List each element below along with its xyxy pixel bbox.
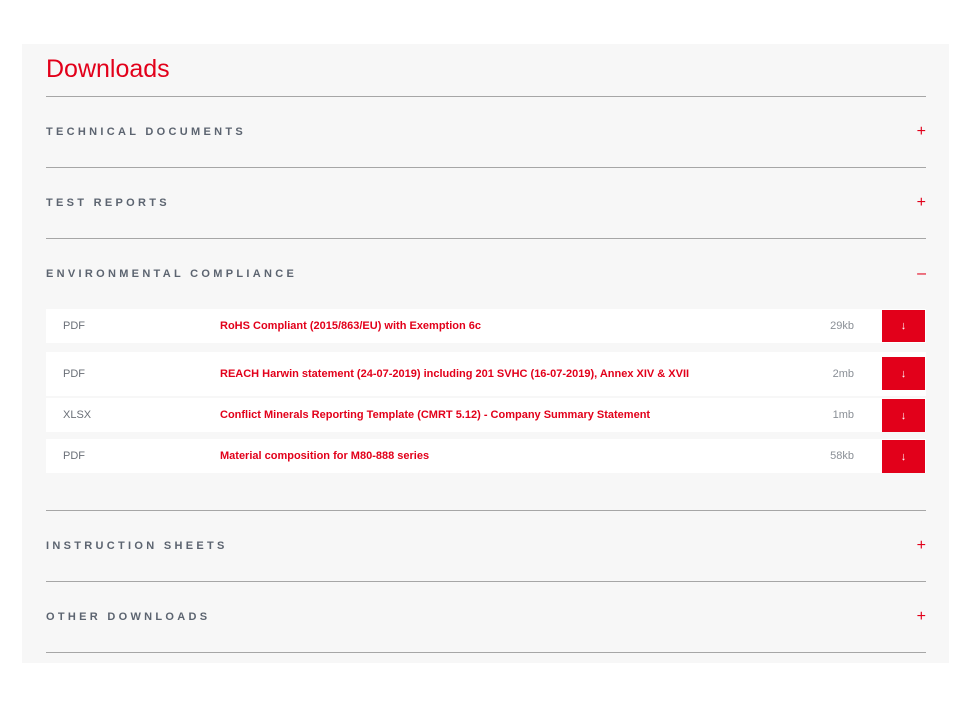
download-arrow-icon[interactable]: ↓ (882, 399, 925, 432)
file-row: XLSX Conflict Minerals Reporting Templat… (46, 398, 926, 432)
section-technical-documents[interactable]: TECHNICAL DOCUMENTS + (46, 97, 926, 168)
downloads-panel: Downloads TECHNICAL DOCUMENTS + TEST REP… (22, 44, 949, 663)
collapse-minus-icon[interactable]: – (912, 266, 926, 282)
file-type: PDF (63, 320, 85, 332)
file-size: 58kb (830, 450, 854, 462)
file-type: PDF (63, 450, 85, 462)
section-label: TEST REPORTS (46, 197, 170, 209)
file-size: 2mb (832, 368, 854, 380)
section-other-downloads[interactable]: OTHER DOWNLOADS + (46, 582, 926, 653)
section-instruction-sheets[interactable]: INSTRUCTION SHEETS + (46, 511, 926, 582)
section-label: ENVIRONMENTAL COMPLIANCE (46, 268, 298, 280)
section-label: INSTRUCTION SHEETS (46, 540, 228, 552)
environmental-file-list: PDF RoHS Compliant (2015/863/EU) with Ex… (46, 309, 926, 511)
expand-plus-icon[interactable]: + (912, 195, 926, 211)
expand-plus-icon[interactable]: + (912, 609, 926, 625)
section-label: TECHNICAL DOCUMENTS (46, 126, 246, 138)
file-size: 1mb (832, 409, 854, 421)
file-link[interactable]: Material composition for M80-888 series (220, 446, 730, 466)
section-test-reports[interactable]: TEST REPORTS + (46, 168, 926, 239)
expand-plus-icon[interactable]: + (912, 538, 926, 554)
page-title: Downloads (46, 44, 926, 97)
download-arrow-icon[interactable]: ↓ (882, 310, 925, 342)
section-label: OTHER DOWNLOADS (46, 611, 211, 623)
file-row: PDF Material composition for M80-888 ser… (46, 439, 926, 473)
expand-plus-icon[interactable]: + (912, 124, 926, 140)
file-type: PDF (63, 368, 85, 380)
download-arrow-icon[interactable]: ↓ (882, 440, 925, 473)
file-link[interactable]: REACH Harwin statement (24-07-2019) incl… (220, 364, 730, 384)
file-size: 29kb (830, 320, 854, 332)
downloads-content: Downloads TECHNICAL DOCUMENTS + TEST REP… (46, 44, 926, 653)
file-type: XLSX (63, 409, 92, 421)
file-row: PDF REACH Harwin statement (24-07-2019) … (46, 352, 926, 396)
file-row: PDF RoHS Compliant (2015/863/EU) with Ex… (46, 309, 926, 343)
download-arrow-icon[interactable]: ↓ (882, 357, 925, 390)
file-link[interactable]: RoHS Compliant (2015/863/EU) with Exempt… (220, 316, 730, 336)
file-link[interactable]: Conflict Minerals Reporting Template (CM… (220, 405, 730, 425)
section-environmental-compliance[interactable]: ENVIRONMENTAL COMPLIANCE – (46, 239, 926, 309)
